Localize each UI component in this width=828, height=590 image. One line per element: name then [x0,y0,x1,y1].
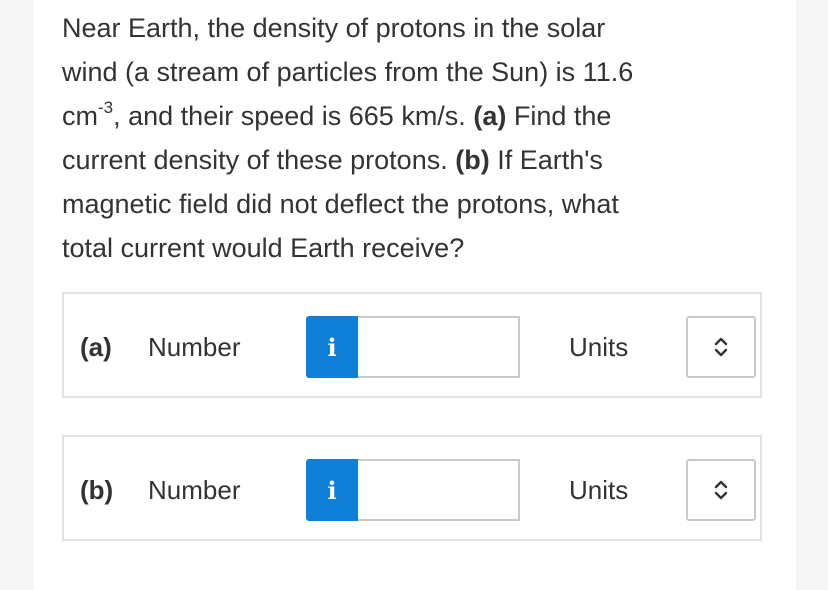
number-input[interactable] [358,459,520,521]
question-text: Near Earth, the density of protons in th… [62,6,762,270]
question-line-1: Near Earth, the density of protons in th… [62,13,606,43]
unit-exponent: -3 [98,98,114,117]
question-line-2: wind (a stream of particles from the Sun… [62,57,634,87]
question-line-3: cm-3, and their speed is 665 km/s. (a) F… [62,94,762,138]
chevron-up-down-icon [714,337,728,357]
question-line-4-tail: If Earth's [489,145,603,175]
info-icon[interactable]: i [306,459,358,521]
info-icon[interactable]: i [306,316,358,378]
question-line-5: magnetic field did not deflect the proto… [62,189,619,219]
units-select[interactable] [686,316,756,378]
part-label: (a) [80,332,112,362]
question-line-6: total current would Earth receive? [62,233,465,263]
number-input[interactable] [358,316,520,378]
units-label: Units [569,475,629,505]
number-label: Number [148,332,241,362]
part-b-tag: (b) [455,145,490,175]
answer-row-a: (a) Number i Units [62,292,762,398]
units-label: Units [569,332,629,362]
question-card: Near Earth, the density of protons in th… [34,0,796,590]
chevron-up-down-icon [714,480,728,500]
question-line-4: current density of these protons. (b) If… [62,138,762,182]
question-line-3-rest: , and their speed is 665 km/s. [113,101,474,131]
answer-row-b: (b) Number i Units [62,435,762,541]
question-line-4-text: current density of these protons. [62,145,456,175]
part-label: (b) [80,475,114,505]
question-line-3-tail: Find the [506,101,612,131]
unit-cm: cm [62,101,98,131]
units-select[interactable] [686,459,756,521]
part-a-tag: (a) [473,101,507,131]
number-label: Number [148,475,241,505]
